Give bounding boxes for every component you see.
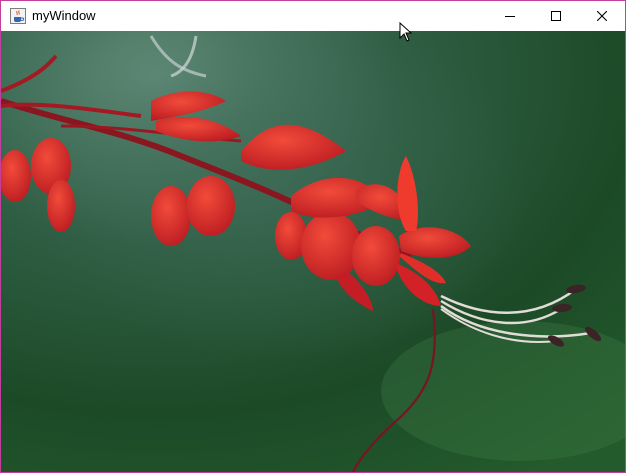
app-window: myWindow <box>0 0 626 473</box>
window-title: myWindow <box>32 8 96 23</box>
minimize-icon <box>505 16 515 17</box>
close-button[interactable] <box>579 1 625 31</box>
minimize-button[interactable] <box>487 1 533 31</box>
java-cup-icon <box>10 8 26 24</box>
mouse-pointer-icon <box>399 22 412 42</box>
red-flower-photo <box>1 31 625 472</box>
title-bar[interactable]: myWindow <box>1 1 625 31</box>
maximize-button[interactable] <box>533 1 579 31</box>
close-icon <box>597 11 607 21</box>
maximize-icon <box>551 11 561 21</box>
